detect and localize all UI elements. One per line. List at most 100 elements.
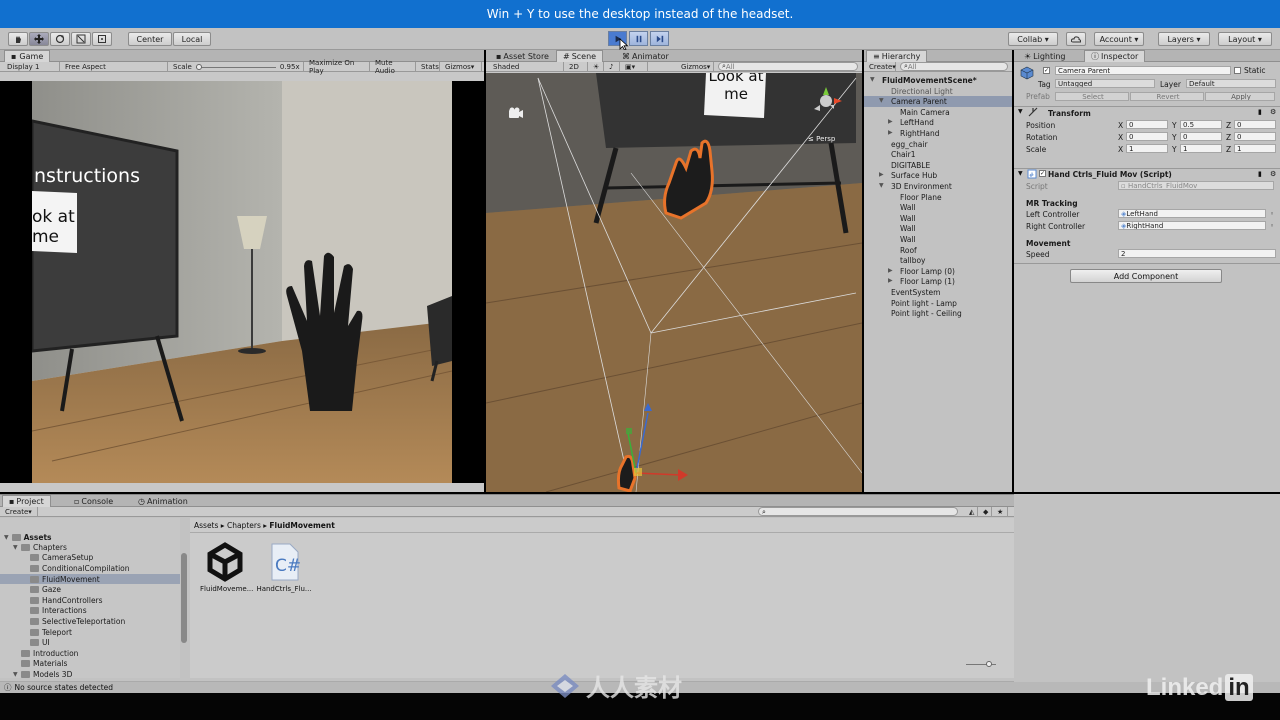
tab-hierarchy[interactable]: ≡ Hierarchy [866,50,928,62]
tree-scrollbar[interactable] [181,553,187,643]
axis-label-x[interactable]: X [1118,121,1123,130]
stats-toggle[interactable]: Stats [418,62,440,72]
step-button[interactable] [650,31,669,46]
hand-tool-button[interactable] [8,32,28,46]
axis-label-x[interactable]: X [1118,133,1123,142]
expand-icon[interactable]: ▼ [13,544,21,551]
axis-label-z[interactable]: Z [1226,145,1231,154]
collapsed-arrow-icon[interactable]: ▶ [888,267,893,274]
rotate-tool-button[interactable] [50,32,70,46]
axis-label-y[interactable]: Y [1172,145,1177,154]
tree-folder-item[interactable]: ▼ Models 3D [0,669,180,678]
transform-x-field[interactable]: 0 [1126,120,1168,129]
static-checkbox[interactable] [1234,67,1241,74]
object-picker-icon[interactable]: ◦ [1270,222,1274,230]
tree-folder-item[interactable]: Gaze [0,584,180,595]
account-dropdown[interactable]: Account ▾ [1094,32,1144,46]
hierarchy-item[interactable]: Wall [864,202,1012,213]
tree-folder-item[interactable]: Teleport [0,627,180,638]
space-toggle[interactable]: Local [173,32,211,46]
hierarchy-item[interactable]: ▼ 3D Environment [864,181,1012,192]
tree-folder-item[interactable]: Interactions [0,606,180,617]
project-search-input[interactable]: ⌕ [758,507,958,516]
expand-icon[interactable]: ▼ [4,534,9,541]
project-create-dropdown[interactable]: Create ▾ [2,507,38,517]
transform-y-field[interactable]: 1 [1180,144,1222,153]
tree-folder-item[interactable]: ConditionalCompilation [0,563,180,574]
tab-game[interactable]: ▪ Game [4,50,51,62]
hierarchy-item[interactable]: ▶ Surface Hub [864,170,1012,181]
hierarchy-item[interactable]: ▶ LeftHand [864,117,1012,128]
axis-label-z[interactable]: Z [1226,133,1231,142]
prefab-select-button[interactable]: Select [1055,92,1129,101]
scene-viewport[interactable]: Look at me ≤ Persp [486,73,862,492]
hierarchy-item[interactable]: Wall [864,223,1012,234]
hierarchy-item[interactable]: ▼ FluidMovementScene* [864,75,1012,86]
help-book-icon[interactable]: ▮ [1258,108,1262,116]
prefab-revert-button[interactable]: Revert [1130,92,1204,101]
hierarchy-item[interactable]: Main Camera [864,107,1012,118]
hierarchy-item[interactable]: Wall [864,213,1012,224]
hierarchy-item[interactable]: Roof [864,245,1012,256]
layers-dropdown[interactable]: Layers ▾ [1158,32,1210,46]
transform-x-field[interactable]: 1 [1126,144,1168,153]
hierarchy-item[interactable]: ▶ Floor Lamp (0) [864,266,1012,277]
display-dropdown[interactable]: Display 1 [4,62,60,72]
hierarchy-item[interactable]: EventSystem [864,287,1012,298]
move-tool-button[interactable] [29,32,49,46]
transform-z-field[interactable]: 0 [1234,120,1276,129]
layout-dropdown[interactable]: Layout ▾ [1218,32,1272,46]
effects-dropdown[interactable]: ▣ ▾ [622,62,648,72]
hierarchy-item[interactable]: Wall [864,234,1012,245]
help-book-icon[interactable]: ▮ [1258,170,1262,178]
tab-animator[interactable]: ⌘ Animator [616,50,675,62]
pivot-toggle[interactable]: Center [128,32,172,46]
tree-folder-item[interactable]: SelectiveTeleportation [0,616,180,627]
game-gizmos-dropdown[interactable]: Gizmos ▾ [442,62,482,72]
component-settings-icon[interactable]: ⚙ [1270,170,1276,178]
tree-folder-item[interactable]: Materials [0,659,180,670]
axis-label-y[interactable]: Y [1172,133,1177,142]
hierarchy-item[interactable]: ▶ RightHand [864,128,1012,139]
rect-tool-button[interactable] [92,32,112,46]
hierarchy-item[interactable]: Point light - Ceiling [864,308,1012,319]
active-checkbox[interactable]: ✓ [1043,67,1050,74]
hierarchy-item[interactable]: Chair1 [864,149,1012,160]
tab-animation[interactable]: ◷ Animation [132,495,194,507]
add-component-button[interactable]: Add Component [1070,269,1222,283]
audio-toggle[interactable]: ♪ [606,62,620,72]
tree-folder-item[interactable]: HandControllers [0,595,180,606]
scale-slider-thumb[interactable] [195,63,202,70]
tree-folder-item[interactable]: UI [0,637,180,648]
tree-folder-item[interactable]: Introduction [0,648,180,659]
collapsed-arrow-icon[interactable]: ▶ [888,118,893,125]
2d-toggle[interactable]: 2D [566,62,588,72]
mute-toggle[interactable]: Mute Audio [372,59,416,75]
favorites-button[interactable]: ★ [994,507,1008,517]
game-viewport[interactable]: nstructions ok at me [0,81,484,483]
axis-label-z[interactable]: Z [1226,121,1231,130]
scale-tool-button[interactable] [71,32,91,46]
asset-tile-scene[interactable]: FluidMoveme... [200,542,253,593]
aspect-dropdown[interactable]: Free Aspect [62,62,168,72]
script-expand-icon[interactable]: ▼ [1018,170,1023,177]
hierarchy-item[interactable]: ▶ Floor Lamp (1) [864,276,1012,287]
right-controller-field[interactable]: ◈RightHand [1118,221,1266,230]
left-controller-field[interactable]: ◈LeftHand [1118,209,1266,218]
hierarchy-item[interactable]: Point light - Lamp [864,298,1012,309]
collab-dropdown[interactable]: Collab ▾ [1008,32,1058,46]
scale-slider[interactable]: Scale 0.95 x [170,62,304,72]
hierarchy-item[interactable]: Floor Plane [864,192,1012,203]
lighting-toggle[interactable]: ☀ [590,62,604,72]
tab-inspector[interactable]: ⓘ Inspector [1084,50,1146,62]
collapsed-arrow-icon[interactable]: ▶ [888,277,893,284]
object-name-field[interactable]: Camera Parent [1055,66,1231,75]
object-picker-icon[interactable]: ◦ [1270,210,1274,218]
tab-lighting[interactable]: ☀ Lighting [1018,50,1072,62]
script-enabled-checkbox[interactable]: ✓ [1039,170,1046,177]
tree-folder-item[interactable]: FluidMovement [0,573,180,585]
orientation-gizmo[interactable] [806,79,856,119]
transform-y-field[interactable]: 0 [1180,132,1222,141]
axis-label-y[interactable]: Y [1172,121,1177,130]
collapsed-arrow-icon[interactable]: ▶ [888,129,893,136]
